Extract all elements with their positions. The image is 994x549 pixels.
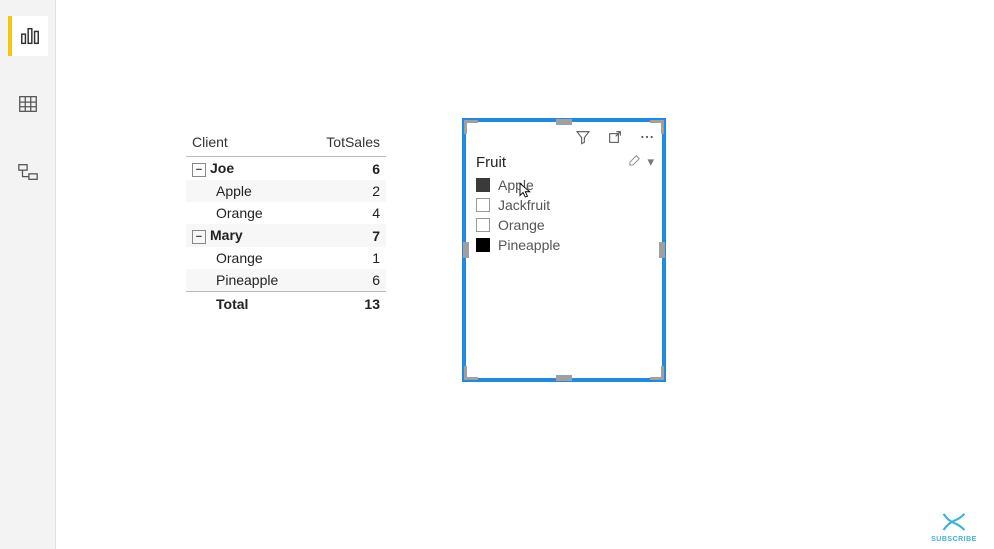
bar-chart-icon	[19, 25, 41, 47]
matrix-header-client[interactable]: Client	[186, 128, 306, 157]
resize-handle[interactable]	[464, 120, 478, 134]
slicer-title: Fruit	[476, 154, 506, 171]
slicer-item-label: Jackfruit	[498, 197, 550, 213]
matrix-row[interactable]: Orange 1	[186, 247, 386, 269]
matrix-cell-value: 6	[306, 269, 386, 292]
matrix-group-label: Mary	[210, 227, 243, 243]
checkbox-checked-icon[interactable]	[476, 178, 490, 192]
matrix-cell-value: 2	[306, 180, 386, 202]
report-canvas[interactable]: Client TotSales −Joe 6 Apple 2 Orange 4 …	[56, 0, 994, 549]
slicer-visual[interactable]: Fruit ▾ Apple Jackfruit Orange	[462, 118, 666, 382]
slicer-item-label: Pineapple	[498, 237, 560, 253]
subscribe-label: SUBSCRIBE	[931, 536, 977, 543]
matrix-group-value: 6	[306, 157, 386, 180]
resize-handle[interactable]	[464, 366, 478, 380]
matrix-cell-value: 1	[306, 247, 386, 269]
subscribe-watermark: SUBSCRIBE	[924, 512, 984, 543]
resize-handle[interactable]	[650, 366, 664, 380]
checkbox-checked-icon[interactable]	[476, 238, 490, 252]
checkbox-unchecked-icon[interactable]	[476, 218, 490, 232]
eraser-icon[interactable]	[627, 154, 641, 171]
matrix-group-row[interactable]: −Mary 7	[186, 224, 386, 247]
collapse-icon[interactable]: −	[192, 163, 206, 177]
chevron-down-icon[interactable]: ▾	[647, 154, 654, 171]
matrix-cell-value: 4	[306, 202, 386, 224]
slicer-item-label: Orange	[498, 217, 545, 233]
matrix-total-value: 13	[306, 292, 386, 316]
matrix-row[interactable]: Apple 2	[186, 180, 386, 202]
matrix-visual[interactable]: Client TotSales −Joe 6 Apple 2 Orange 4 …	[186, 128, 386, 315]
resize-handle[interactable]	[556, 375, 572, 381]
resize-handle[interactable]	[650, 120, 664, 134]
slicer-item-label: Apple	[498, 177, 534, 193]
filter-icon[interactable]	[574, 128, 592, 146]
matrix-group-row[interactable]: −Joe 6	[186, 157, 386, 180]
matrix-cell-label: Orange	[186, 247, 306, 269]
model-view-button[interactable]	[8, 152, 48, 192]
matrix-cell-label: Apple	[186, 180, 306, 202]
slicer-item[interactable]: Jackfruit	[476, 195, 652, 215]
visual-header	[466, 122, 662, 152]
slicer-header-row: Fruit ▾	[466, 152, 662, 175]
report-view-button[interactable]	[8, 16, 48, 56]
slicer-list: Apple Jackfruit Orange Pineapple	[466, 175, 662, 255]
data-view-button[interactable]	[8, 84, 48, 124]
matrix-group-value: 7	[306, 224, 386, 247]
matrix-row[interactable]: Pineapple 6	[186, 269, 386, 292]
dna-icon	[940, 512, 968, 534]
collapse-icon[interactable]: −	[192, 230, 206, 244]
matrix-cell-label: Orange	[186, 202, 306, 224]
resize-handle[interactable]	[556, 119, 572, 125]
matrix-group-label: Joe	[210, 160, 234, 176]
matrix-cell-label: Pineapple	[186, 269, 306, 292]
matrix-total-row: Total 13	[186, 292, 386, 316]
matrix-row[interactable]: Orange 4	[186, 202, 386, 224]
slicer-item[interactable]: Pineapple	[476, 235, 652, 255]
relationship-icon	[17, 161, 39, 183]
focus-mode-icon[interactable]	[606, 128, 624, 146]
resize-handle[interactable]	[659, 242, 665, 258]
table-icon	[17, 93, 39, 115]
matrix-total-label: Total	[186, 292, 306, 316]
slicer-item[interactable]: Orange	[476, 215, 652, 235]
checkbox-unchecked-icon[interactable]	[476, 198, 490, 212]
matrix-header-totsales[interactable]: TotSales	[306, 128, 386, 157]
slicer-item[interactable]: Apple	[476, 175, 652, 195]
view-switcher	[0, 0, 56, 549]
resize-handle[interactable]	[463, 242, 469, 258]
